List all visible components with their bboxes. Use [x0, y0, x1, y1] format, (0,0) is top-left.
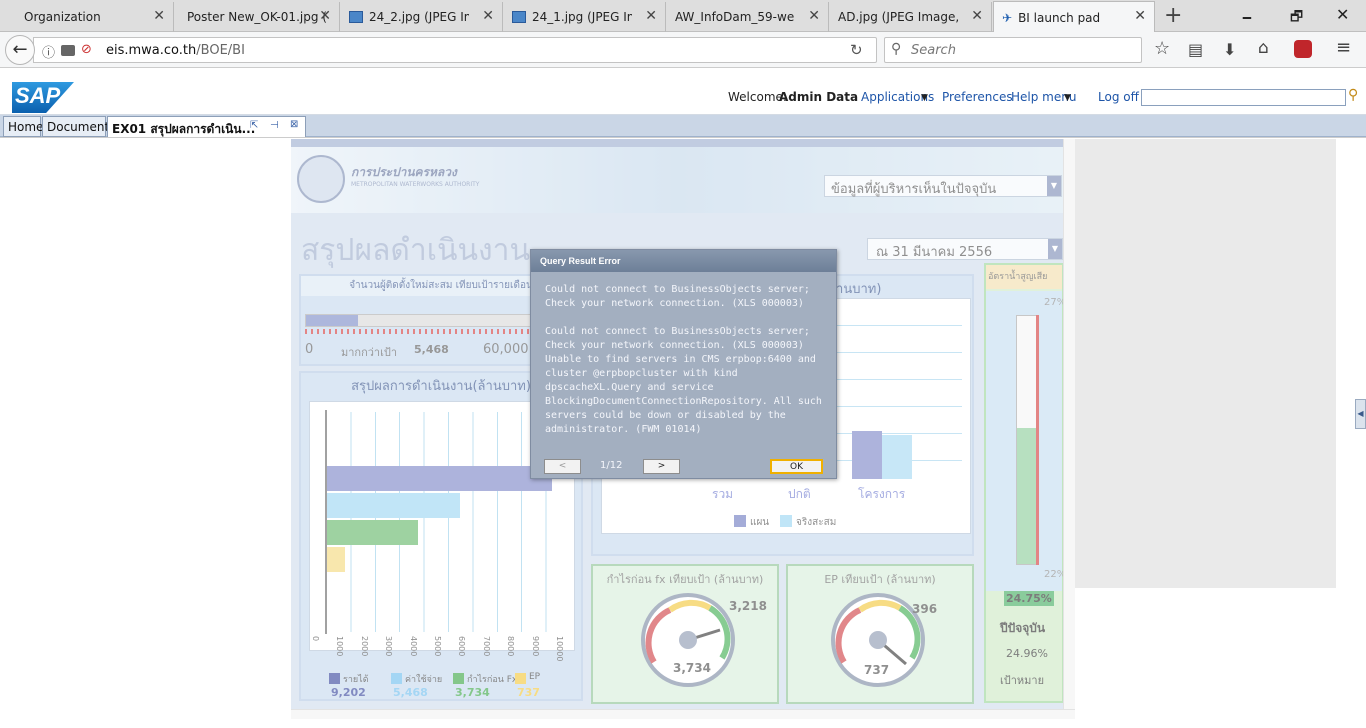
tab-documents[interactable]: Documents: [42, 116, 115, 137]
back-button[interactable]: ←: [5, 35, 35, 65]
info-icon[interactable]: ⓘ: [42, 42, 55, 61]
search-placeholder: Search: [911, 43, 956, 58]
user-name: Admin Data: [779, 90, 859, 104]
browser-tab[interactable]: Poster New_OK-01.jpg (✕: [175, 2, 340, 32]
url-bar[interactable]: ⓘ ⊘ eis.mwa.co.th/BOE/BI ↻: [33, 37, 877, 63]
browser-tab-strip: Organization ✕ Poster New_OK-01.jpg (✕ 24…: [0, 0, 1366, 33]
browser-tab[interactable]: AD.jpg (JPEG Image, 12 ✕: [830, 2, 992, 32]
next-error-button[interactable]: >: [643, 459, 680, 474]
search-icon[interactable]: ⚲: [1348, 87, 1358, 103]
menu-icon[interactable]: ≡: [1336, 37, 1351, 58]
back-arrow-icon: ←: [12, 39, 28, 60]
logoff-link[interactable]: Log off: [1098, 90, 1139, 104]
addon-icon[interactable]: [1294, 40, 1312, 58]
tab-ex01[interactable]: EX01 สรุปผลการดำเนิน... ⇱ ⊣ ⊠: [107, 116, 306, 137]
close-tab-icon[interactable]: ✕: [1134, 8, 1146, 24]
restore-button[interactable]: 🗗: [1290, 6, 1303, 30]
background-area: [1075, 139, 1336, 588]
sap-tab-bar: Home Documents EX01 สรุปผลการดำเนิน... ⇱…: [0, 115, 1366, 137]
chevron-down-icon: ▼: [921, 93, 928, 103]
browser-tab[interactable]: 24_2.jpg (JPEG Imag ✕: [341, 2, 503, 32]
tab-title: 24_2.jpg (JPEG Imag: [369, 10, 469, 24]
download-icon[interactable]: ⬇: [1223, 40, 1236, 59]
close-tab-icon[interactable]: ✕: [645, 8, 657, 24]
dialog-title: Query Result Error: [531, 250, 836, 272]
close-tab-icon[interactable]: ✕: [808, 8, 820, 24]
sap-search-input[interactable]: [1141, 89, 1346, 106]
tab-ex01-label: EX01 สรุปผลการดำเนิน...: [112, 122, 256, 136]
bookmark-star-icon[interactable]: ☆: [1154, 38, 1170, 59]
new-tab-button[interactable]: +: [1164, 3, 1182, 28]
tab-title: 24_1.jpg (JPEG Imag: [532, 10, 632, 24]
browser-tab[interactable]: AW_InfoDam_59-web.jp ✕: [667, 2, 829, 32]
url-text[interactable]: eis.mwa.co.th/BOE/BI: [106, 43, 245, 58]
sap-bi-icon: ✈: [1002, 10, 1013, 25]
tab-title: Organization: [24, 10, 101, 24]
tab-home[interactable]: Home: [3, 116, 43, 137]
close-tab-icon[interactable]: ✕: [482, 8, 494, 24]
error-message-2: Could not connect to BusinessObjects ser…: [545, 326, 822, 435]
error-message-1: Could not connect to BusinessObjects ser…: [545, 284, 810, 309]
reading-list-icon[interactable]: ▤: [1188, 40, 1203, 59]
tab-title: AD.jpg (JPEG Image, 12: [838, 10, 963, 24]
search-icon: ⚲: [891, 41, 902, 57]
query-error-dialog: Query Result Error Could not connect to …: [530, 249, 837, 479]
ok-button[interactable]: OK: [770, 459, 823, 474]
image-file-icon: [512, 11, 526, 23]
url-path: /BOE/BI: [196, 43, 245, 58]
preferences-link[interactable]: Preferences: [942, 90, 1013, 104]
close-icon[interactable]: ⊠: [290, 119, 298, 130]
search-bar[interactable]: ⚲ Search: [884, 37, 1142, 63]
close-tab-icon[interactable]: ✕: [971, 8, 983, 24]
browser-tab[interactable]: Organization ✕: [0, 2, 174, 32]
side-panel-toggle-icon[interactable]: ◀: [1355, 399, 1366, 429]
browser-tab-active[interactable]: ✈ BI launch pad ✕: [993, 1, 1155, 33]
tab-title: AW_InfoDam_59-web.jp: [675, 10, 795, 24]
sap-logo-text: SAP: [15, 83, 61, 108]
chevron-down-icon: ▼: [1064, 93, 1071, 103]
sap-logo: SAP: [12, 82, 74, 113]
home-icon[interactable]: ⌂: [1258, 38, 1269, 58]
reader-icon[interactable]: [61, 45, 75, 56]
mixed-content-icon[interactable]: ⊘: [81, 42, 92, 57]
url-host: eis.mwa.co.th: [106, 43, 197, 58]
sap-header: SAP Welcome: Admin Data Applications ▼ P…: [0, 69, 1366, 115]
close-tab-icon[interactable]: ✕: [319, 8, 331, 24]
undock-icon[interactable]: ⇱: [250, 120, 258, 131]
close-tab-icon[interactable]: ✕: [153, 8, 165, 24]
browser-nav-bar: ⓘ ⊘ eis.mwa.co.th/BOE/BI ↻ ← ⚲ Search ☆ …: [0, 32, 1366, 68]
browser-tab[interactable]: 24_1.jpg (JPEG Imag ✕: [504, 2, 666, 32]
prev-error-button[interactable]: <: [544, 459, 581, 474]
minimize-button[interactable]: 🗕: [1242, 6, 1252, 30]
reload-icon[interactable]: ↻: [850, 41, 863, 59]
close-window-button[interactable]: ✕: [1336, 5, 1349, 24]
image-file-icon: [349, 11, 363, 23]
error-page-indicator: 1/12: [600, 460, 623, 471]
pin-icon[interactable]: ⊣: [270, 120, 279, 131]
tab-title: Poster New_OK-01.jpg (: [187, 10, 327, 24]
